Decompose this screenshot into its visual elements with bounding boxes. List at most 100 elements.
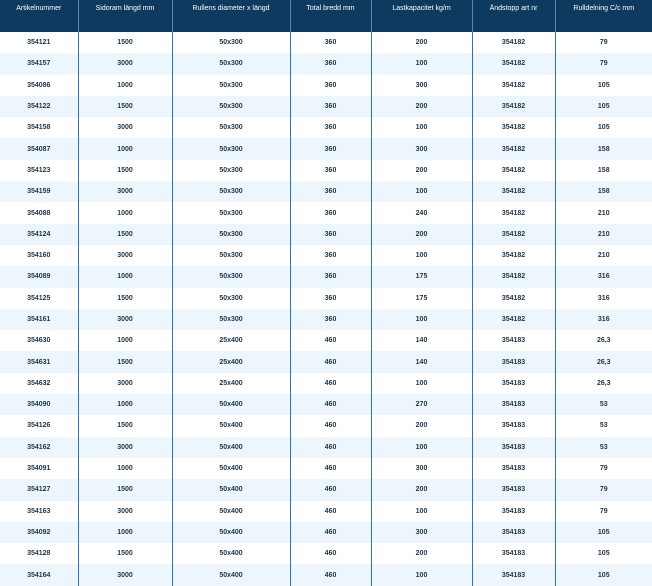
header-end-stop-article: Ändstopp art nr [471,0,555,32]
cell-roller-diameter-length: 50x400 [171,394,290,416]
cell-total-width: 360 [289,117,371,139]
cell-end-stop-article: 354182 [471,95,555,118]
cell-roller-diameter-length: 50x300 [171,287,290,309]
cell-side-frame-length: 1000 [77,521,172,544]
header-roller-pitch: Rulldelning C/c mm [554,0,652,32]
cell-article-number: 354121 [0,32,78,54]
cell-end-stop-article: 354182 [471,308,555,331]
cell-article-number: 354162 [0,436,78,458]
cell-side-frame-length: 3000 [77,53,172,75]
cell-article-number: 354161 [0,308,78,331]
cell-load-capacity: 200 [370,543,472,565]
cell-roller-pitch: 316 [554,308,652,331]
cell-end-stop-article: 354182 [471,117,555,139]
cell-total-width: 460 [289,543,371,565]
table-row: 354157 3000 50x300 360 100 354182 79 [0,53,652,75]
cell-load-capacity: 300 [370,74,472,96]
table-row: 354123 1500 50x300 360 200 354182 158 [0,159,652,182]
cell-article-number: 354158 [0,117,78,139]
cell-total-width: 460 [289,564,371,586]
cell-article-number: 354090 [0,394,78,416]
cell-end-stop-article: 354183 [471,479,555,501]
table-row: 354089 1000 50x300 360 175 354182 316 [0,266,652,288]
table-body: 354121 1500 50x300 360 200 354182 79 354157 3000… [0,32,652,586]
cell-roller-diameter-length: 50x300 [171,266,290,288]
cell-total-width: 460 [289,521,371,544]
cell-roller-pitch: 210 [554,202,652,224]
header-load-capacity: Lastkapacitet kg/m [370,0,472,32]
cell-total-width: 360 [289,223,371,245]
cell-load-capacity: 175 [370,266,472,288]
cell-end-stop-article: 354183 [471,564,555,586]
table-row: 354126 1500 50x400 460 200 354183 53 [0,415,652,437]
table-row: 354088 1000 50x300 360 240 354182 210 [0,202,652,224]
cell-side-frame-length: 3000 [77,372,172,395]
cell-total-width: 360 [289,95,371,118]
cell-roller-pitch: 79 [554,457,652,480]
cell-roller-diameter-length: 50x300 [171,32,290,54]
cell-end-stop-article: 354183 [471,457,555,480]
cell-roller-pitch: 158 [554,181,652,203]
cell-side-frame-length: 3000 [77,181,172,203]
cell-roller-pitch: 53 [554,394,652,416]
cell-end-stop-article: 354183 [471,351,555,373]
cell-roller-pitch: 79 [554,53,652,75]
cell-roller-pitch: 26,3 [554,351,652,373]
cell-roller-pitch: 105 [554,521,652,544]
cell-roller-pitch: 79 [554,500,652,522]
cell-end-stop-article: 354182 [471,223,555,245]
cell-total-width: 460 [289,351,371,373]
cell-side-frame-length: 1000 [77,457,172,480]
cell-total-width: 360 [289,53,371,75]
cell-side-frame-length: 1500 [77,32,172,54]
cell-end-stop-article: 354182 [471,53,555,75]
cell-roller-diameter-length: 50x300 [171,244,290,267]
cell-roller-diameter-length: 25x400 [171,351,290,373]
table-header: Artikelnummer Sidoram längd mm Rullens d… [0,0,652,32]
cell-load-capacity: 100 [370,564,472,586]
cell-load-capacity: 100 [370,436,472,458]
cell-total-width: 360 [289,287,371,309]
cell-roller-pitch: 79 [554,479,652,501]
table-row: 354090 1000 50x400 460 270 354183 53 [0,394,652,416]
table-row: 354125 1500 50x300 360 175 354182 316 [0,287,652,309]
cell-roller-diameter-length: 50x400 [171,415,290,437]
cell-article-number: 354091 [0,457,78,480]
cell-side-frame-length: 3000 [77,564,172,586]
table-row: 354092 1000 50x400 460 300 354183 105 [0,521,652,544]
table-row: 354159 3000 50x300 360 100 354182 158 [0,181,652,203]
cell-article-number: 354128 [0,543,78,565]
cell-end-stop-article: 354182 [471,74,555,96]
cell-load-capacity: 100 [370,308,472,331]
cell-end-stop-article: 354182 [471,159,555,182]
cell-end-stop-article: 354183 [471,394,555,416]
cell-load-capacity: 200 [370,32,472,54]
cell-total-width: 460 [289,457,371,480]
cell-end-stop-article: 354182 [471,202,555,224]
cell-load-capacity: 200 [370,95,472,118]
table-row: 354632 3000 25x400 460 100 354183 26,3 [0,372,652,395]
cell-article-number: 354630 [0,330,78,352]
cell-roller-diameter-length: 50x300 [171,308,290,331]
table-row: 354630 1000 25x400 460 140 354183 26,3 [0,330,652,352]
cell-roller-diameter-length: 50x300 [171,223,290,245]
cell-roller-pitch: 210 [554,223,652,245]
cell-roller-diameter-length: 50x400 [171,436,290,458]
cell-total-width: 460 [289,436,371,458]
cell-article-number: 354092 [0,521,78,544]
cell-end-stop-article: 354183 [471,521,555,544]
cell-side-frame-length: 3000 [77,244,172,267]
cell-side-frame-length: 3000 [77,500,172,522]
cell-load-capacity: 300 [370,457,472,480]
cell-side-frame-length: 1000 [77,74,172,96]
cell-roller-pitch: 210 [554,244,652,267]
cell-roller-pitch: 158 [554,138,652,160]
cell-roller-diameter-length: 50x400 [171,479,290,501]
table-row: 354121 1500 50x300 360 200 354182 79 [0,32,652,54]
cell-side-frame-length: 3000 [77,117,172,139]
table-row: 354087 1000 50x300 360 300 354182 158 [0,138,652,160]
cell-total-width: 360 [289,202,371,224]
cell-article-number: 354631 [0,351,78,373]
cell-end-stop-article: 354183 [471,415,555,437]
header-side-frame-length: Sidoram längd mm [77,0,172,32]
